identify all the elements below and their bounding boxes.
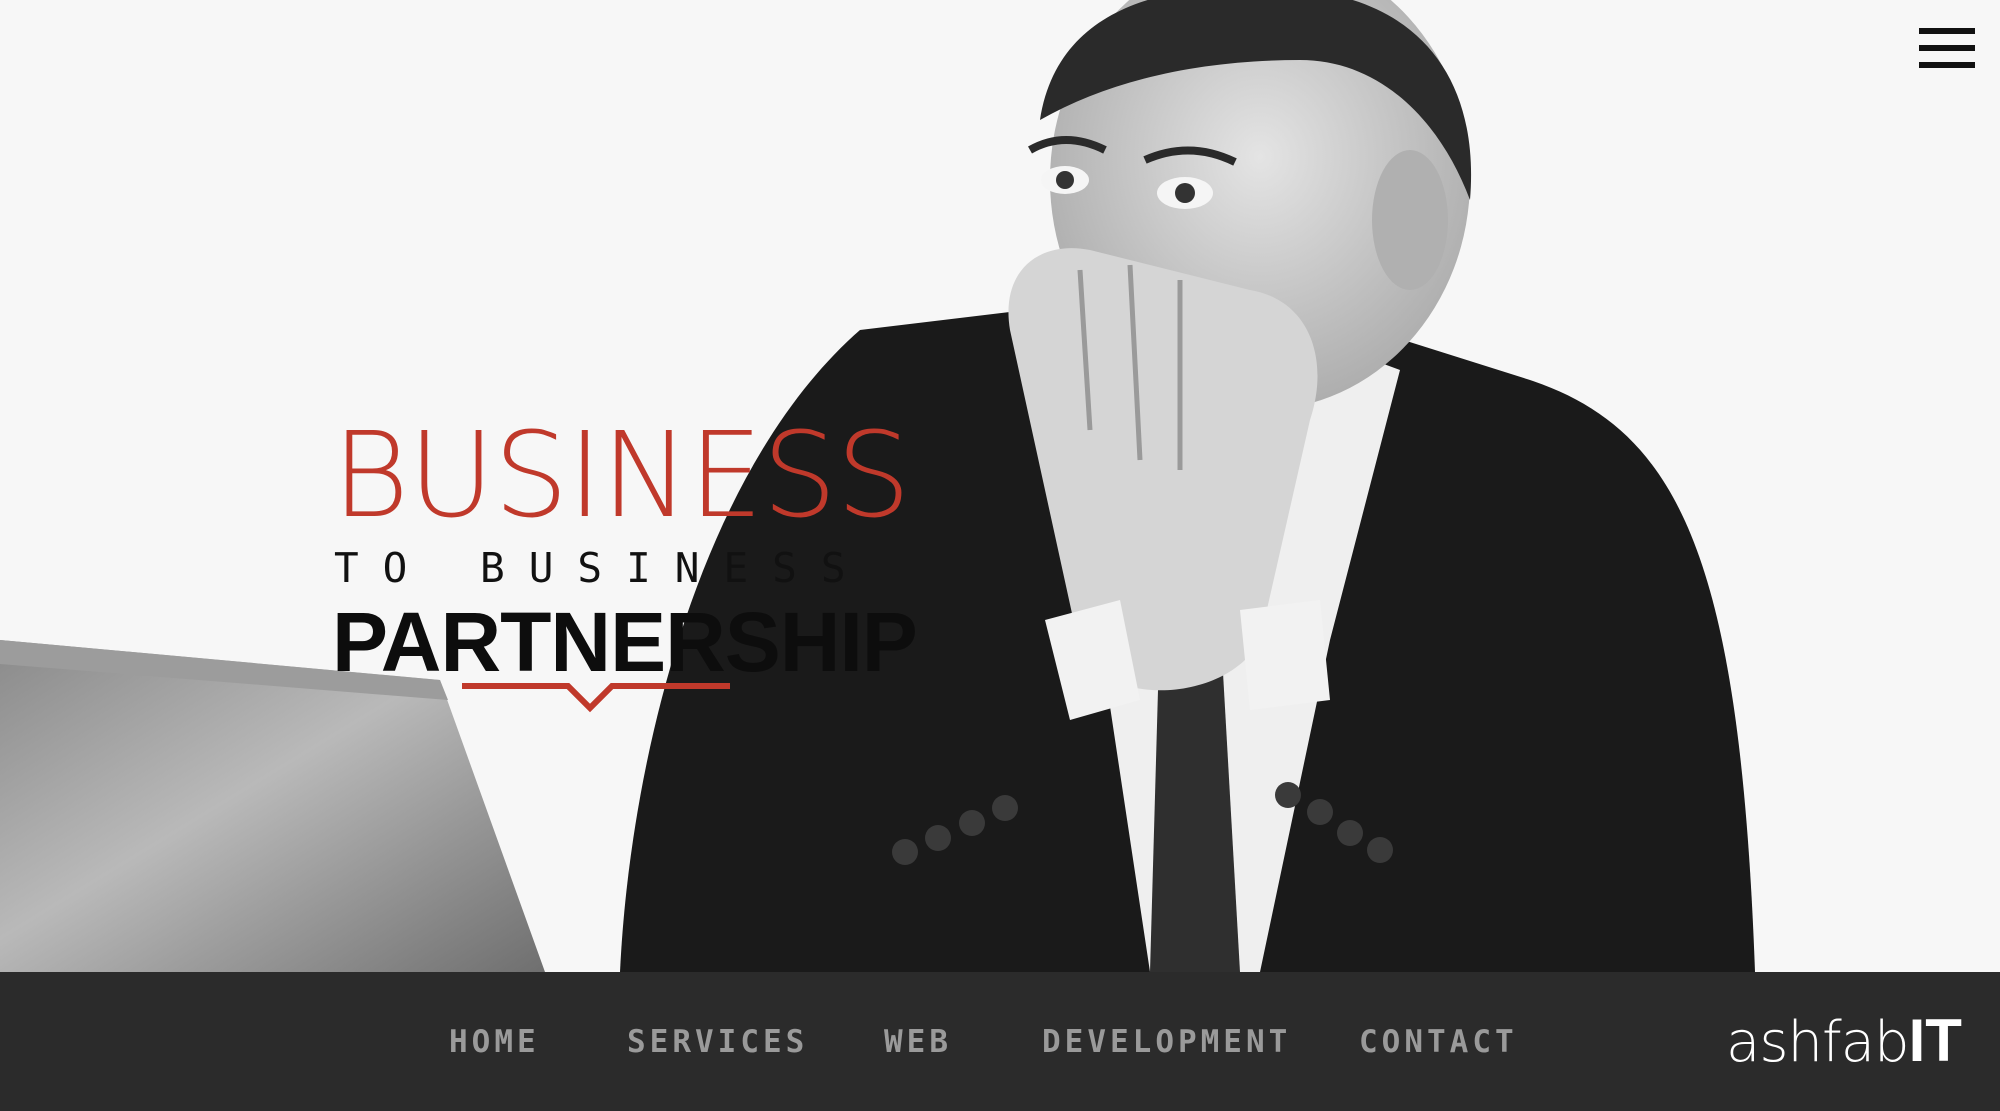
hamburger-line [1919, 45, 1975, 51]
nav-contact[interactable]: CONTACT [1359, 1022, 1518, 1062]
brand-logo[interactable]: ashfabIT [1726, 1006, 1962, 1076]
brand-logo-bold: IT [1908, 1007, 1962, 1074]
nav-services[interactable]: SERVICES [627, 1022, 808, 1062]
footer-nav-bar [0, 972, 2000, 1111]
headline-pointer-rule [462, 683, 730, 713]
nav-home[interactable]: HOME [449, 1022, 540, 1062]
headline-business: BUSINESS [332, 406, 911, 544]
hero-section: BUSINESS TO BUSINESS PARTNERSHIP [0, 0, 2000, 972]
hero-photo [0, 0, 1755, 972]
hero-headline: BUSINESS TO BUSINESS PARTNERSHIP [332, 406, 918, 713]
brand-logo-light: ashfab [1726, 1010, 1910, 1075]
hamburger-line [1919, 62, 1975, 68]
nav-development[interactable]: DEVELOPMENT [1042, 1022, 1291, 1062]
headline-to-business: TO BUSINESS [334, 544, 870, 592]
hamburger-line [1919, 28, 1975, 34]
nav-web[interactable]: WEB [884, 1022, 952, 1062]
hamburger-menu-icon[interactable] [1919, 28, 1975, 68]
headline-partnership: PARTNERSHIP [332, 595, 918, 689]
